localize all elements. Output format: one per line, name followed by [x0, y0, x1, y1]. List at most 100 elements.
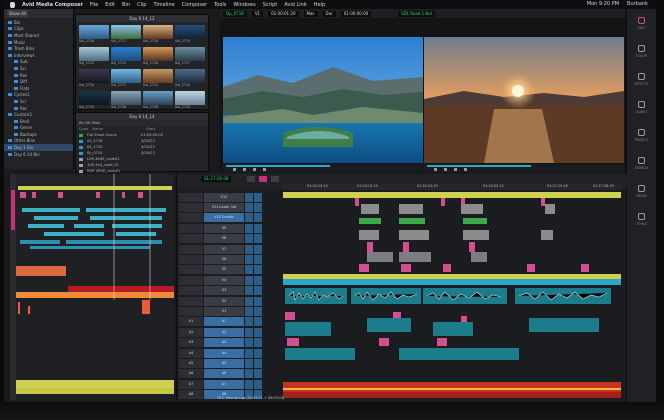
mark-out-icon[interactable]	[253, 168, 256, 171]
record-track[interactable]: V2	[204, 296, 244, 306]
user[interactable]: Burbank	[627, 1, 648, 7]
bin-tree-item[interactable]: Sub	[4, 59, 73, 66]
bin-tree-item[interactable]: Rec	[4, 72, 73, 79]
record-track[interactable]: V1	[204, 306, 244, 316]
menu-file[interactable]: File	[90, 2, 98, 8]
track-solo-button[interactable]	[245, 338, 253, 348]
source-track[interactable]	[179, 265, 203, 275]
bin-tree-item[interactable]: Rec	[4, 105, 73, 112]
source-position-bar[interactable]	[226, 165, 330, 167]
source-monitor[interactable]	[223, 37, 423, 163]
clip-thumbnail[interactable]: Sol_2719	[175, 25, 205, 45]
track-header[interactable]: V5	[179, 265, 283, 275]
bin-tree-item[interactable]: Bin	[4, 19, 73, 26]
bin-tree-item[interactable]: Interviews	[4, 52, 73, 59]
menu-avid-link[interactable]: Avid Link	[284, 2, 306, 8]
source-track[interactable]	[179, 296, 203, 306]
col-name[interactable]: Name	[92, 127, 142, 131]
timeline-timecode[interactable]: 01:27:26:08	[201, 176, 232, 182]
record-track[interactable]: V6	[204, 254, 244, 264]
workspace-effects-button[interactable]: EFFECTS	[627, 65, 656, 93]
source-track[interactable]	[179, 244, 203, 254]
clip-thumbnail[interactable]: Sol_2734	[79, 69, 109, 89]
workspace-search-button[interactable]: SEARCH	[627, 149, 656, 177]
track-mute-button[interactable]	[254, 338, 262, 348]
track-solo-button[interactable]	[245, 306, 253, 316]
timeline-ruler[interactable]: 01:20:13:19 01:20:15:19 01:22:20:19 01:2…	[283, 184, 621, 190]
play-icon[interactable]	[233, 168, 236, 171]
menu-edit[interactable]: Edit	[105, 2, 115, 8]
bin-tree-item[interactable]: Scr	[4, 65, 73, 72]
track-mute-button[interactable]	[254, 369, 262, 379]
track-solo-button[interactable]	[245, 192, 253, 202]
track-mute-button[interactable]	[254, 213, 262, 223]
source-track[interactable]	[179, 202, 203, 212]
clip-thumbnail[interactable]: Sol_2717	[111, 25, 141, 45]
source-track[interactable]: A4	[179, 348, 203, 358]
track-header[interactable]: V11 Lower 3rd	[179, 202, 283, 212]
view-dropdown[interactable]: Show All	[7, 10, 29, 17]
clip-thumbnail[interactable]: Sol_2724	[111, 47, 141, 67]
record-track[interactable]: V3	[204, 286, 244, 296]
tc-time[interactable]: 01:00:01:20	[268, 10, 299, 17]
track-solo-button[interactable]	[245, 358, 253, 368]
track-solo-button[interactable]	[245, 286, 253, 296]
bin-tree-item[interactable]: Cycles1	[4, 92, 73, 99]
clip-thumbnail[interactable]: Sol_2726	[143, 47, 173, 67]
record-track[interactable]: V10 Credits	[204, 213, 244, 223]
workspace-project-button[interactable]: PROJECT	[627, 121, 656, 149]
bin-tree-item[interactable]: Flats	[4, 85, 73, 92]
track-mute-button[interactable]	[254, 348, 262, 358]
source-track[interactable]	[179, 275, 203, 285]
track-mute-button[interactable]	[254, 234, 262, 244]
record-track[interactable]: V9	[204, 223, 244, 233]
track-header[interactable]: V10 Credits	[179, 213, 283, 223]
source-track[interactable]	[179, 213, 203, 223]
source-track[interactable]	[179, 306, 203, 316]
mark-out-icon[interactable]	[454, 168, 457, 171]
track-header[interactable]: V8	[179, 234, 283, 244]
clip-thumbnail[interactable]: Sol_2744	[175, 69, 205, 89]
track-mute-button[interactable]	[254, 327, 262, 337]
record-track[interactable]: A4	[204, 348, 244, 358]
bin-tree-item[interactable]: Music	[4, 39, 73, 46]
apple-icon[interactable]	[10, 1, 15, 8]
track-header[interactable]: A7 A7	[179, 379, 283, 389]
source-track[interactable]: A5	[179, 358, 203, 368]
track-solo-button[interactable]	[245, 379, 253, 389]
record-track[interactable]: A5	[204, 358, 244, 368]
source-track[interactable]	[179, 234, 203, 244]
track-header[interactable]: V12	[179, 192, 283, 202]
track-solo-button[interactable]	[245, 202, 253, 212]
overwrite-icon[interactable]	[464, 168, 467, 171]
track-solo-button[interactable]	[245, 348, 253, 358]
tc-dur-value[interactable]: 01:00:00:00	[340, 10, 372, 17]
track-mute-button[interactable]	[254, 223, 262, 233]
bin-tree-item[interactable]: Genre	[4, 125, 73, 132]
bin-tree-item[interactable]: Other Bins	[4, 138, 73, 145]
track-mute-button[interactable]	[254, 379, 262, 389]
timeline-lanes[interactable]	[283, 192, 621, 400]
track-solo-button[interactable]	[245, 327, 253, 337]
tool-icon[interactable]	[247, 176, 255, 182]
track-header[interactable]: V7	[179, 244, 283, 254]
splice-icon[interactable]	[263, 168, 266, 171]
record-track[interactable]: V12	[204, 192, 244, 202]
col-color[interactable]: Color	[79, 127, 88, 131]
track-solo-button[interactable]	[245, 254, 253, 264]
track-solo-button[interactable]	[245, 244, 253, 254]
source-track[interactable]	[179, 286, 203, 296]
track-header[interactable]: V6	[179, 254, 283, 264]
track-header[interactable]: V3	[179, 286, 283, 296]
record-track[interactable]: V8	[204, 234, 244, 244]
track-header[interactable]: A4 A4	[179, 348, 283, 358]
record-track[interactable]: V4	[204, 275, 244, 285]
source-track[interactable]: A1	[179, 317, 203, 327]
clip-thumbnail[interactable]: Sol_2722	[79, 47, 109, 67]
source-track[interactable]: A7	[179, 379, 203, 389]
menu-script[interactable]: Script	[263, 2, 278, 8]
record-track[interactable]: A6	[204, 369, 244, 379]
track-header[interactable]: V4	[179, 275, 283, 285]
bin-tree-item[interactable]: Day 1 Bin	[4, 144, 73, 151]
mark-in-icon[interactable]	[243, 168, 246, 171]
